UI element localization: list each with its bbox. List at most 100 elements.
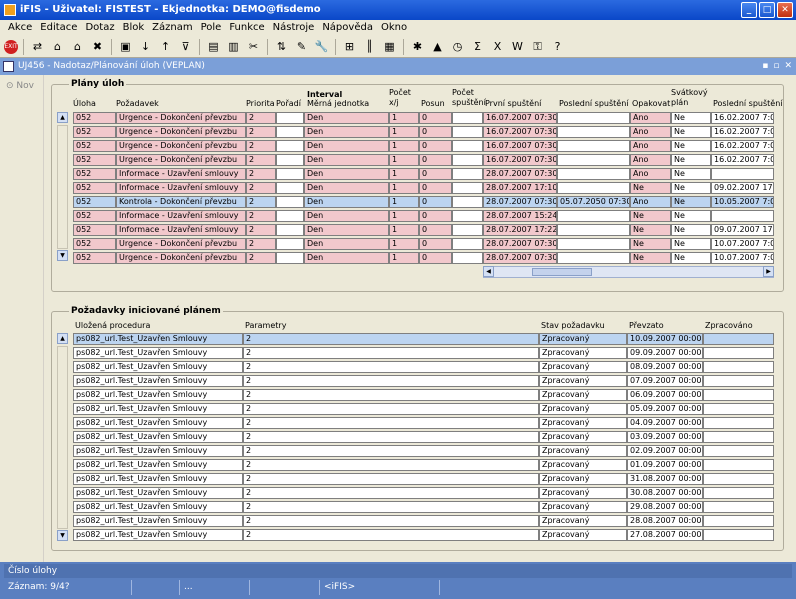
plan-cell[interactable]: 16.02.2007 7:00 bbox=[711, 154, 774, 166]
request-cell[interactable]: ps082_url.Test_Uzavřen Smlouvy bbox=[73, 445, 243, 457]
wrench-icon[interactable]: 🔧 bbox=[313, 38, 330, 55]
plan-cell[interactable]: Den bbox=[304, 140, 389, 152]
request-cell[interactable]: 2 bbox=[243, 445, 539, 457]
plan-cell[interactable]: Urgence - Dokončení převzbu bbox=[116, 252, 246, 264]
plan-cell[interactable]: 2 bbox=[246, 196, 276, 208]
plan-cell[interactable]: 1 bbox=[389, 210, 419, 222]
request-cell[interactable]: 03.09.2007 00:00 bbox=[627, 431, 703, 443]
request-cell[interactable] bbox=[703, 431, 774, 443]
maximize-button[interactable]: □ bbox=[759, 2, 775, 18]
save-icon[interactable]: ⇄ bbox=[29, 38, 46, 55]
plan-cell[interactable]: Den bbox=[304, 224, 389, 236]
request-cell[interactable]: 04.09.2007 00:00 bbox=[627, 417, 703, 429]
print-icon[interactable]: ▤ bbox=[205, 38, 222, 55]
plan-cell[interactable]: 0 bbox=[419, 126, 452, 138]
plan-cell[interactable]: Kontrola - Dokončení převzbu bbox=[116, 196, 246, 208]
sum-icon[interactable]: Σ bbox=[469, 38, 486, 55]
plan-cell[interactable]: 1 bbox=[389, 140, 419, 152]
plan-cell[interactable]: 1 bbox=[389, 252, 419, 264]
request-cell[interactable]: ps082_url.Test_Uzavřen Smlouvy bbox=[73, 473, 243, 485]
requests-scroll-down-button[interactable]: ▼ bbox=[57, 530, 68, 541]
cancel-query-icon[interactable]: ✖ bbox=[89, 38, 106, 55]
request-cell[interactable]: Zpracovaný bbox=[539, 361, 627, 373]
plan-cell[interactable] bbox=[276, 168, 304, 180]
plan-cell[interactable]: Den bbox=[304, 168, 389, 180]
request-cell[interactable]: 07.09.2007 00:00 bbox=[627, 375, 703, 387]
request-cell[interactable]: ps082_url.Test_Uzavřen Smlouvy bbox=[73, 389, 243, 401]
request-cell[interactable]: Zpracovaný bbox=[539, 375, 627, 387]
request-cell[interactable]: 30.08.2007 00:00 bbox=[627, 487, 703, 499]
menu-8[interactable]: Nápověda bbox=[318, 20, 377, 36]
paste-icon[interactable]: ⇅ bbox=[273, 38, 290, 55]
plan-cell[interactable] bbox=[276, 252, 304, 264]
plan-cell[interactable]: 1 bbox=[389, 224, 419, 236]
request-cell[interactable]: Zpracovaný bbox=[539, 459, 627, 471]
plan-cell[interactable]: 052 bbox=[73, 210, 116, 222]
clock-icon[interactable]: ◷ bbox=[449, 38, 466, 55]
request-cell[interactable] bbox=[703, 515, 774, 527]
plan-cell[interactable]: Den bbox=[304, 252, 389, 264]
plan-cell[interactable]: 2 bbox=[246, 140, 276, 152]
request-cell[interactable]: ps082_url.Test_Uzavřen Smlouvy bbox=[73, 375, 243, 387]
plan-cell[interactable]: Ne bbox=[671, 112, 711, 124]
plan-cell[interactable] bbox=[276, 196, 304, 208]
request-cell[interactable]: ps082_url.Test_Uzavřen Smlouvy bbox=[73, 431, 243, 443]
plan-cell[interactable]: Urgence - Dokončení převzbu bbox=[116, 126, 246, 138]
plan-cell[interactable]: Ne bbox=[671, 126, 711, 138]
plan-cell[interactable] bbox=[557, 224, 630, 236]
request-cell[interactable]: 2 bbox=[243, 389, 539, 401]
plan-cell[interactable]: 052 bbox=[73, 126, 116, 138]
request-cell[interactable]: Zpracovaný bbox=[539, 487, 627, 499]
menu-4[interactable]: Záznam bbox=[148, 20, 196, 36]
request-cell[interactable] bbox=[703, 403, 774, 415]
request-cell[interactable]: 2 bbox=[243, 473, 539, 485]
sort-asc-icon[interactable]: ↓ bbox=[137, 38, 154, 55]
plan-cell[interactable]: 052 bbox=[73, 140, 116, 152]
plans-hscroll-right-button[interactable]: ▶ bbox=[763, 266, 774, 277]
plan-cell[interactable]: Ne bbox=[671, 252, 711, 264]
request-cell[interactable]: ps082_url.Test_Uzavřen Smlouvy bbox=[73, 333, 243, 345]
plan-cell[interactable]: Den bbox=[304, 210, 389, 222]
plan-cell[interactable] bbox=[276, 140, 304, 152]
plans-hscrollbar[interactable] bbox=[483, 266, 774, 278]
plan-cell[interactable] bbox=[452, 112, 483, 124]
plan-cell[interactable]: 0 bbox=[419, 140, 452, 152]
menu-1[interactable]: Editace bbox=[36, 20, 81, 36]
request-cell[interactable]: 2 bbox=[243, 361, 539, 373]
plan-cell[interactable]: Den bbox=[304, 112, 389, 124]
request-cell[interactable]: Zpracovaný bbox=[539, 473, 627, 485]
plan-cell[interactable] bbox=[452, 210, 483, 222]
plan-cell[interactable]: 052 bbox=[73, 112, 116, 124]
request-cell[interactable]: 05.09.2007 00:00 bbox=[627, 403, 703, 415]
cut-icon[interactable]: ✂ bbox=[245, 38, 262, 55]
request-cell[interactable] bbox=[703, 445, 774, 457]
menu-3[interactable]: Blok bbox=[119, 20, 149, 36]
form-maximize-button[interactable]: ▫ bbox=[773, 58, 779, 75]
plan-cell[interactable]: 1 bbox=[389, 126, 419, 138]
plan-cell[interactable] bbox=[557, 182, 630, 194]
plan-cell[interactable]: 28.07.2007 07:30 bbox=[483, 196, 557, 208]
form-minimize-button[interactable]: ▪ bbox=[762, 58, 768, 75]
plan-cell[interactable] bbox=[276, 210, 304, 222]
plan-cell[interactable]: 1 bbox=[389, 168, 419, 180]
plan-cell[interactable]: Ano bbox=[630, 154, 671, 166]
plan-cell[interactable]: Ne bbox=[671, 182, 711, 194]
plan-cell[interactable]: 2 bbox=[246, 252, 276, 264]
plan-cell[interactable]: 052 bbox=[73, 182, 116, 194]
plan-cell[interactable]: 052 bbox=[73, 154, 116, 166]
plan-cell[interactable]: 052 bbox=[73, 224, 116, 236]
plan-cell[interactable]: Den bbox=[304, 238, 389, 250]
request-cell[interactable] bbox=[703, 347, 774, 359]
request-cell[interactable] bbox=[703, 459, 774, 471]
request-cell[interactable]: 09.09.2007 00:00 bbox=[627, 347, 703, 359]
plan-cell[interactable]: 1 bbox=[389, 112, 419, 124]
plan-cell[interactable] bbox=[452, 168, 483, 180]
plan-cell[interactable]: 2 bbox=[246, 168, 276, 180]
plan-cell[interactable]: Urgence - Dokončení převzbu bbox=[116, 112, 246, 124]
plan-cell[interactable]: Ano bbox=[630, 196, 671, 208]
plan-cell[interactable]: 052 bbox=[73, 196, 116, 208]
request-cell[interactable]: 27.08.2007 00:00 bbox=[627, 529, 703, 541]
plan-cell[interactable]: Informace - Uzavření smlouvy bbox=[116, 224, 246, 236]
plan-cell[interactable]: 28.07.2007 07:30 bbox=[483, 252, 557, 264]
request-cell[interactable]: 2 bbox=[243, 529, 539, 541]
